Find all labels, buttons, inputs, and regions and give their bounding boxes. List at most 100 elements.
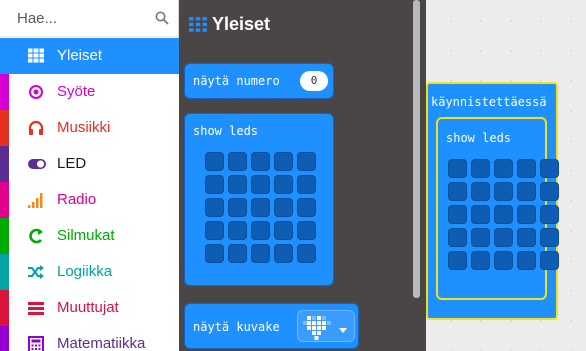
category-label: Muuttujat — [57, 299, 119, 316]
led-cell[interactable] — [297, 152, 316, 171]
led-grid[interactable] — [448, 159, 559, 270]
led-cell[interactable] — [471, 251, 490, 270]
led-cell[interactable] — [448, 228, 467, 247]
category-color-bar — [0, 182, 9, 218]
search-icon[interactable] — [155, 11, 169, 25]
led-cell[interactable] — [471, 159, 490, 178]
led-cell[interactable] — [274, 152, 293, 171]
led-cell[interactable] — [274, 221, 293, 240]
led-cell[interactable] — [274, 198, 293, 217]
block-label: käynnistettäessä — [431, 95, 547, 109]
signal-bars-icon — [28, 192, 44, 208]
search-input[interactable] — [0, 0, 150, 37]
led-cell[interactable] — [494, 228, 513, 247]
category-muuttujat[interactable]: Muuttujat — [0, 290, 179, 326]
icon-dropdown[interactable] — [297, 310, 355, 342]
led-cell[interactable] — [205, 175, 224, 194]
led-cell[interactable] — [251, 198, 270, 217]
led-cell[interactable] — [205, 152, 224, 171]
led-cell[interactable] — [228, 175, 247, 194]
led-grid[interactable] — [205, 152, 316, 263]
chevron-down-icon — [338, 322, 348, 340]
led-cell[interactable] — [228, 244, 247, 263]
loop-arrow-icon — [28, 228, 44, 244]
led-cell[interactable] — [251, 175, 270, 194]
flyout-scrollbar[interactable] — [413, 0, 420, 298]
toggle-icon — [28, 156, 46, 172]
category-led[interactable]: LED — [0, 146, 179, 182]
led-cell[interactable] — [251, 152, 270, 171]
lines-icon — [28, 300, 44, 316]
category-color-bar — [0, 218, 9, 254]
show-leds-block[interactable]: show leds — [436, 117, 559, 300]
led-cell[interactable] — [494, 205, 513, 224]
category-sidebar: Yleiset Syöte Musiikki LED Radio — [0, 0, 179, 351]
led-cell[interactable] — [205, 221, 224, 240]
led-cell[interactable] — [494, 251, 513, 270]
show-icon-block[interactable]: näytä kuvake — [184, 303, 359, 349]
led-cell[interactable] — [540, 159, 559, 178]
category-label: Syöte — [57, 83, 96, 100]
led-cell[interactable] — [517, 251, 536, 270]
led-cell[interactable] — [205, 198, 224, 217]
shuffle-icon — [28, 264, 44, 280]
led-cell[interactable] — [448, 159, 467, 178]
block-label: show leds — [446, 131, 512, 145]
led-cell[interactable] — [540, 205, 559, 224]
block-flyout: Yleiset näytä numero 0 show leds näytä k… — [179, 0, 426, 351]
led-cell[interactable] — [494, 159, 513, 178]
category-label: Yleiset — [57, 47, 103, 64]
led-cell[interactable] — [297, 175, 316, 194]
category-syote[interactable]: Syöte — [0, 74, 179, 110]
category-radio[interactable]: Radio — [0, 182, 179, 218]
led-cell[interactable] — [517, 159, 536, 178]
category-silmukat[interactable]: Silmukat — [0, 218, 179, 254]
led-cell[interactable] — [205, 244, 224, 263]
led-cell[interactable] — [540, 228, 559, 247]
category-color-bar — [0, 290, 9, 326]
led-cell[interactable] — [228, 152, 247, 171]
block-label: show leds — [193, 124, 259, 138]
led-cell[interactable] — [274, 175, 293, 194]
show-number-block[interactable]: näytä numero 0 — [184, 63, 334, 99]
led-cell[interactable] — [297, 244, 316, 263]
led-cell[interactable] — [471, 182, 490, 201]
heart-icon — [303, 314, 331, 345]
led-cell[interactable] — [517, 182, 536, 201]
led-cell[interactable] — [297, 198, 316, 217]
led-cell[interactable] — [494, 182, 513, 201]
led-cell[interactable] — [448, 251, 467, 270]
category-matematiikka[interactable]: Matematiikka — [0, 326, 179, 351]
flyout-title: Yleiset — [189, 14, 270, 35]
block-label: näytä numero — [193, 74, 280, 88]
led-cell[interactable] — [251, 221, 270, 240]
led-cell[interactable] — [471, 205, 490, 224]
led-cell[interactable] — [448, 182, 467, 201]
led-cell[interactable] — [471, 228, 490, 247]
led-cell[interactable] — [297, 221, 316, 240]
led-cell[interactable] — [540, 251, 559, 270]
category-label: Matematiikka — [57, 335, 146, 351]
category-label: Radio — [57, 191, 97, 208]
category-color-bar — [0, 146, 9, 182]
led-cell[interactable] — [251, 244, 270, 263]
led-cell[interactable] — [448, 205, 467, 224]
led-cell[interactable] — [540, 182, 559, 201]
number-input[interactable]: 0 — [300, 71, 328, 91]
led-cell[interactable] — [517, 205, 536, 224]
led-cell[interactable] — [274, 244, 293, 263]
workspace-canvas[interactable]: käynnistettäessä show leds — [426, 0, 586, 351]
led-cell[interactable] — [228, 198, 247, 217]
led-cell[interactable] — [228, 221, 247, 240]
grid-icon — [27, 48, 45, 64]
category-musiikki[interactable]: Musiikki — [0, 110, 179, 146]
category-label: Logiikka — [57, 263, 113, 280]
block-label: näytä kuvake — [193, 320, 280, 334]
category-yleiset[interactable]: Yleiset — [0, 38, 179, 74]
category-logiikka[interactable]: Logiikka — [0, 254, 179, 290]
category-color-bar — [0, 326, 9, 351]
category-label: Musiikki — [57, 119, 111, 136]
led-cell[interactable] — [517, 228, 536, 247]
show-leds-block[interactable]: show leds — [184, 113, 334, 286]
grid-icon — [189, 16, 207, 34]
